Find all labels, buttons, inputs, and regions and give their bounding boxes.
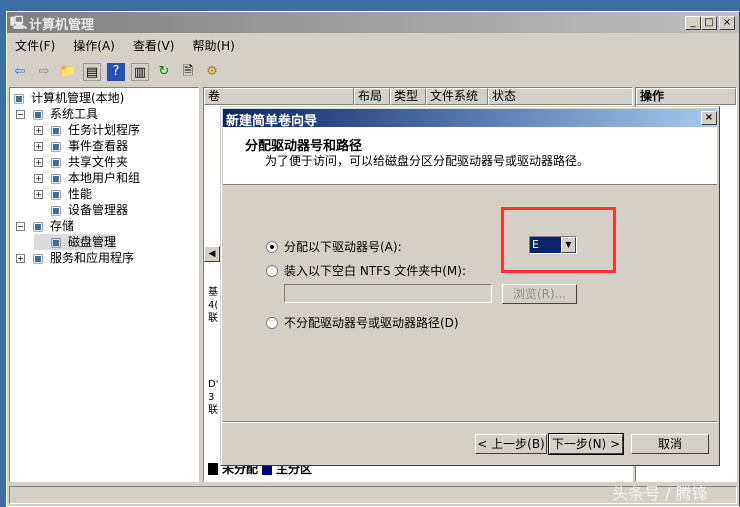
window-titlebar: 🖳 计算机管理 [7,12,739,33]
disk-icon: ▣ [50,235,62,249]
chevron-down-icon[interactable]: ▼ [561,237,576,253]
menu-view[interactable]: 查看(V) [131,36,177,56]
menu-help[interactable]: 帮助(H) [190,36,236,56]
expander-icon[interactable]: + [34,126,43,135]
drive-letter-value: E [530,237,561,253]
tree-item-label: 事件查看器 [68,139,129,153]
menu-bar: 文件(F) 操作(A) 查看(V) 帮助(H) [13,36,237,56]
expander-icon[interactable]: + [34,142,43,151]
tree-item-label: 本地用户和组 [68,171,141,185]
disk-1-label: D' 3 联 [208,379,219,416]
device-manager-icon: ▣ [50,203,62,217]
column-header-volume[interactable]: 卷 [204,88,354,105]
tree-item[interactable]: + ▣ 服务和应用程序 [16,250,134,266]
event-viewer-icon: ▣ [50,139,62,153]
refresh-icon[interactable]: ↻ [155,63,173,81]
tree-item-label: 系统工具 [50,107,99,121]
option-mount-folder-label: 装入以下空白 NTFS 文件夹中(M): [284,264,467,278]
radio-no-letter[interactable] [266,316,278,329]
settings-icon[interactable]: ⚙ [203,63,221,81]
computer-icon: 🖳 [10,16,28,31]
computer-icon: ▣ [13,91,25,105]
dialog-divider [223,421,717,423]
tree-item[interactable]: + ▣ 共享文件夹 [34,154,128,170]
show-hide-tree-icon[interactable]: ▤ [83,63,101,81]
expander-icon[interactable]: + [34,174,43,183]
help-icon[interactable]: ? [107,63,125,81]
column-header-status[interactable]: 状态 [488,88,632,105]
tree-item-label: 服务和应用程序 [50,251,135,265]
watermark: 头条号 / 腾锋 [612,484,708,503]
disk-0-label: 基 4(联 [208,287,219,324]
cancel-button[interactable]: 取消 [631,434,709,454]
tree-item[interactable]: − ▣ 系统工具 [16,106,98,122]
users-icon: ▣ [50,171,62,185]
dialog-header: 分配驱动器号和路径 为了便于访问，可以给磁盘分区分配驱动器号或驱动器路径。 [223,127,717,185]
tools-icon: ▣ [32,107,44,121]
shared-folder-icon: ▣ [50,155,62,169]
clock-icon: ▣ [50,123,62,137]
properties-icon[interactable]: 🗎 [179,63,197,81]
option-no-letter[interactable]: 不分配驱动器号或驱动器路径(D) [266,314,459,331]
expander-icon[interactable]: + [34,190,43,199]
new-simple-volume-wizard: 新建简单卷向导 × 分配驱动器号和路径 为了便于访问，可以给磁盘分区分配驱动器号… [220,106,720,466]
radio-mount-folder[interactable] [266,264,278,277]
option-assign-letter[interactable]: 分配以下驱动器号(A): [266,238,402,255]
menu-action[interactable]: 操作(A) [71,36,117,56]
option-assign-letter-label: 分配以下驱动器号(A): [284,240,402,254]
tree-item-label: 计算机管理(本地) [31,91,125,105]
column-header-layout[interactable]: 布局 [354,88,390,105]
scroll-left-button[interactable]: ◀ [204,246,220,262]
legend-unallocated-swatch [208,462,218,475]
dialog-close-button[interactable]: × [701,111,717,125]
minimize-button[interactable]: _ [685,16,701,30]
window-title: 计算机管理 [29,18,95,33]
back-button[interactable]: < 上一步(B) [475,434,547,454]
tree-item[interactable]: ▣ 计算机管理(本地) [12,90,124,106]
maximize-button[interactable]: □ [701,16,717,30]
actions-header: 操作 [636,88,736,105]
drive-letter-combobox[interactable]: E ▼ [529,236,577,254]
tree-item[interactable]: + ▣ 任务计划程序 [34,122,140,138]
back-arrow-icon[interactable]: ⇦ [11,63,29,81]
tree-item-label: 性能 [68,187,93,201]
tree-item-label: 存储 [50,219,75,233]
column-header-type[interactable]: 类型 [390,88,426,105]
performance-icon: ▣ [50,187,62,201]
toolbar: ⇦ ⇨ 📁 ▤ ? ▥ ↻ 🗎 ⚙ [11,60,221,84]
tree-item[interactable]: + ▣ 事件查看器 [34,138,128,154]
dialog-subheading: 为了便于访问，可以给磁盘分区分配驱动器号或驱动器路径。 [265,154,590,168]
tree-item-label: 磁盘管理 [68,235,117,249]
dialog-titlebar: 新建简单卷向导 [223,109,717,129]
tree-item[interactable]: + ▣ 性能 [34,186,92,202]
forward-arrow-icon[interactable]: ⇨ [35,63,53,81]
tree-item-label: 设备管理器 [68,203,129,217]
up-folder-icon[interactable]: 📁 [59,63,77,81]
tree-item[interactable]: ▣ 磁盘管理 [34,234,117,250]
expander-icon[interactable]: + [34,158,43,167]
folder-path-input[interactable] [284,284,492,303]
tree-item[interactable]: − ▣ 存储 [16,218,74,234]
close-button[interactable]: × [719,16,735,30]
option-no-letter-label: 不分配驱动器号或驱动器路径(D) [284,316,459,330]
tree-item-label: 共享文件夹 [68,155,129,169]
browse-button[interactable]: 浏览(R)... [502,284,577,304]
storage-icon: ▣ [32,219,44,233]
expander-icon[interactable]: − [16,110,25,119]
tree-item[interactable]: + ▣ 本地用户和组 [34,170,140,186]
column-header-filesystem[interactable]: 文件系统 [426,88,488,105]
menu-file[interactable]: 文件(F) [13,36,57,56]
tree-item-label: 任务计划程序 [68,123,141,137]
expander-icon[interactable]: − [16,222,25,231]
radio-assign-letter[interactable] [266,240,278,253]
show-hide-action-pane-icon[interactable]: ▥ [131,63,149,81]
option-mount-folder[interactable]: 装入以下空白 NTFS 文件夹中(M): [266,262,466,279]
tree-item[interactable]: ▣ 设备管理器 [34,202,128,218]
services-icon: ▣ [32,251,44,265]
expander-icon[interactable]: + [16,254,25,263]
navigation-tree: ▣ 计算机管理(本地) − ▣ 系统工具 + ▣ 任务计划程序 + ▣ 事件查看器 + ▣ 共享文件夹 + ▣… [9,87,199,482]
next-button[interactable]: 下一步(N) > [548,433,624,455]
